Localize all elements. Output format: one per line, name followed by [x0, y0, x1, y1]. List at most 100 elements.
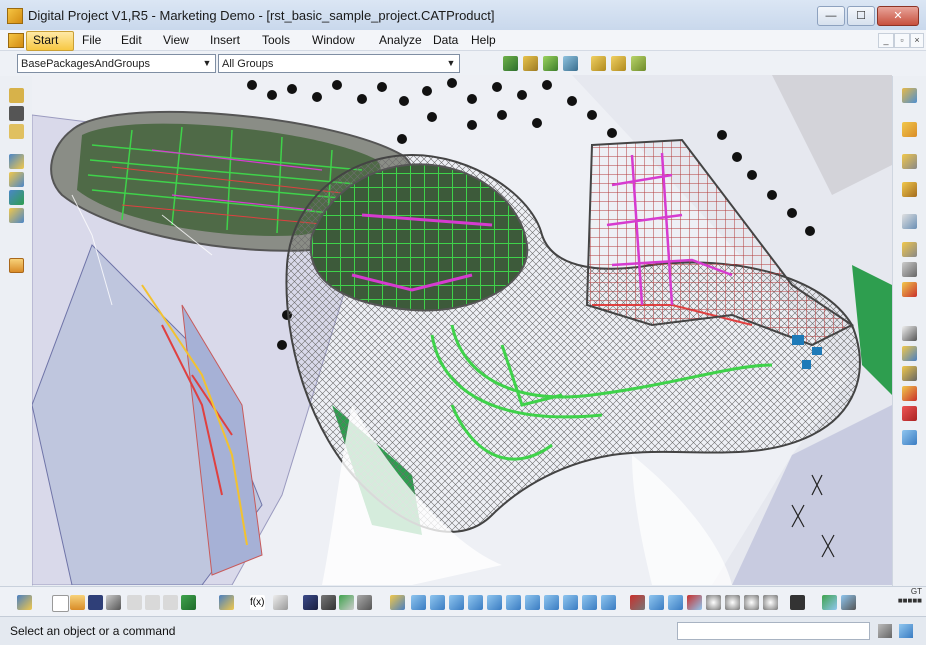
scene-icon[interactable]: [822, 595, 837, 610]
update-icon[interactable]: [902, 346, 917, 361]
render-icon[interactable]: [841, 595, 856, 610]
command-history-icon[interactable]: [899, 624, 913, 638]
group-select[interactable]: All Groups ▼: [218, 54, 460, 73]
menu-edit[interactable]: Edit: [121, 33, 142, 47]
undo-icon[interactable]: [181, 595, 196, 610]
close-button[interactable]: ✕: [877, 6, 919, 26]
package-select[interactable]: BasePackagesAndGroups ▼: [17, 54, 216, 73]
print-icon[interactable]: [106, 595, 121, 610]
snap-icon[interactable]: [902, 182, 917, 197]
fly-mode-icon[interactable]: [390, 595, 405, 610]
menu-tools[interactable]: Tools: [262, 33, 290, 47]
zoom-in-icon[interactable]: [468, 595, 483, 610]
menu-insert[interactable]: Insert: [210, 33, 240, 47]
whats-this-icon[interactable]: [219, 595, 234, 610]
menu-help[interactable]: Help: [471, 33, 496, 47]
menu-data[interactable]: Data: [433, 33, 458, 47]
capture-icon[interactable]: [790, 595, 805, 610]
offset-constraint-icon[interactable]: [902, 262, 917, 277]
multi-instantiation-icon[interactable]: [9, 208, 24, 223]
menu-view[interactable]: View: [163, 33, 189, 47]
section-icon[interactable]: [902, 406, 917, 421]
pan-icon[interactable]: [430, 595, 445, 610]
top-view-icon[interactable]: [582, 595, 597, 610]
component-icon[interactable]: [9, 106, 24, 121]
menu-window[interactable]: Window: [312, 33, 355, 47]
chevron-down-icon[interactable]: ▼: [444, 56, 458, 71]
fix-icon[interactable]: [902, 326, 917, 341]
create-multi-view-icon[interactable]: [544, 595, 559, 610]
wireframe-icon[interactable]: [668, 595, 683, 610]
menu-file[interactable]: File: [82, 33, 101, 47]
measure-item-icon[interactable]: [357, 595, 372, 610]
contact-constraint-icon[interactable]: [902, 242, 917, 257]
shading-icon[interactable]: [630, 595, 645, 610]
cut-icon[interactable]: [127, 595, 142, 610]
zoom-out-icon[interactable]: [487, 595, 502, 610]
mdi-restore-button[interactable]: ▫: [894, 33, 910, 48]
constraint-icon[interactable]: [902, 214, 917, 229]
measure-between-icon[interactable]: [339, 595, 354, 610]
measure-icon[interactable]: [902, 366, 917, 381]
catalog-browser-icon[interactable]: [303, 595, 318, 610]
bin-icon[interactable]: [563, 56, 578, 71]
start-icon[interactable]: [8, 33, 24, 48]
distance-icon[interactable]: [902, 430, 917, 445]
normal-view-icon[interactable]: [506, 595, 521, 610]
formula-icon[interactable]: f(x): [250, 595, 265, 610]
open-icon[interactable]: [70, 595, 85, 610]
paste-icon[interactable]: [163, 595, 178, 610]
maximize-button[interactable]: ☐: [847, 6, 875, 26]
swap-space-icon[interactable]: [706, 595, 721, 610]
manipulate-icon[interactable]: [902, 154, 917, 169]
menu-start[interactable]: Start: [33, 33, 58, 47]
filter-icon[interactable]: [591, 56, 606, 71]
model-render: [32, 75, 892, 585]
clash-icon[interactable]: [902, 386, 917, 401]
command-input[interactable]: [677, 622, 870, 640]
workbench-icon[interactable]: [902, 88, 917, 103]
fit-all-icon[interactable]: [411, 595, 426, 610]
iso-view-icon[interactable]: [525, 595, 540, 610]
save-icon[interactable]: [88, 595, 103, 610]
help-pointer-icon[interactable]: [17, 595, 32, 610]
chevron-down-icon[interactable]: ▼: [200, 56, 214, 71]
filter-add-icon[interactable]: [611, 56, 626, 71]
front-view-icon[interactable]: [563, 595, 578, 610]
depth-effect-icon[interactable]: [744, 595, 759, 610]
product-icon[interactable]: [9, 88, 24, 103]
rotate-icon[interactable]: [449, 595, 464, 610]
title-bar: Digital Project V1,R5 - Marketing Demo -…: [0, 0, 926, 31]
copy-icon[interactable]: [145, 595, 160, 610]
filter-remove-icon[interactable]: [631, 56, 646, 71]
explode-icon[interactable]: [902, 122, 917, 137]
side-view-icon[interactable]: [601, 595, 616, 610]
lighting-icon[interactable]: [725, 595, 740, 610]
shading-edges-icon[interactable]: [649, 595, 664, 610]
angle-constraint-icon[interactable]: [902, 282, 917, 297]
power-input-icon[interactable]: [878, 624, 892, 638]
package-select-value: BasePackagesAndGroups: [21, 58, 151, 70]
mdi-minimize-button[interactable]: _: [878, 33, 894, 48]
minimize-button[interactable]: —: [817, 6, 845, 26]
replace-component-icon[interactable]: [9, 172, 24, 187]
selector-toolbar: BasePackagesAndGroups ▼ All Groups ▼: [0, 51, 926, 76]
package-icon[interactable]: [503, 56, 518, 71]
app-icon[interactable]: [7, 8, 23, 24]
table-icon[interactable]: [273, 595, 288, 610]
new-icon[interactable]: [52, 595, 69, 612]
graph-tree-icon[interactable]: [9, 190, 24, 205]
window-title: Digital Project V1,R5 - Marketing Demo -…: [28, 8, 495, 23]
right-toolbar: [892, 76, 926, 586]
edit-group-icon[interactable]: [543, 56, 558, 71]
knowledge-icon[interactable]: [321, 595, 336, 610]
mdi-close-button[interactable]: ×: [910, 33, 924, 48]
ground-icon[interactable]: [763, 595, 778, 610]
part-icon[interactable]: [9, 124, 24, 139]
menu-analyze[interactable]: Analyze: [379, 33, 422, 47]
3d-viewport[interactable]: [32, 75, 892, 585]
hide-show-icon[interactable]: [687, 595, 702, 610]
catalog-icon[interactable]: [9, 258, 24, 273]
pencil-icon[interactable]: [523, 56, 538, 71]
existing-component-icon[interactable]: [9, 154, 24, 169]
